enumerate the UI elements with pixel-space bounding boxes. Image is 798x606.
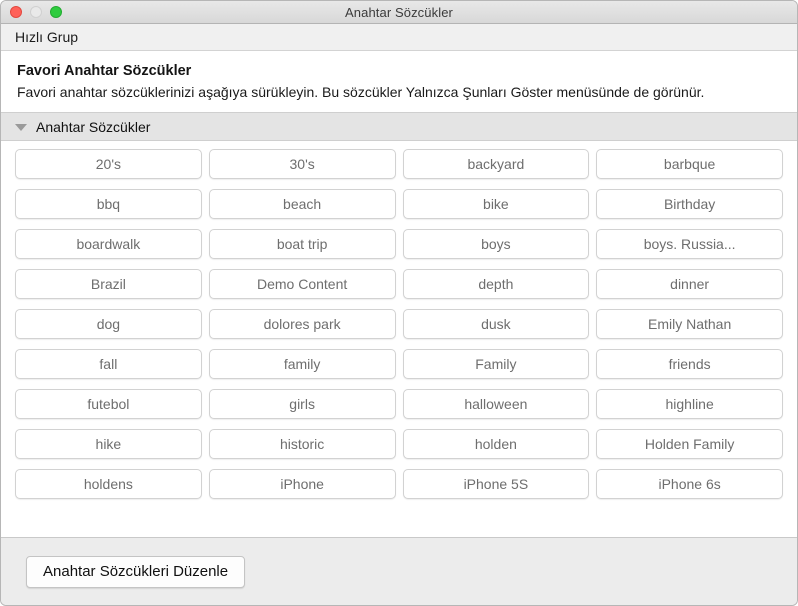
- keyword-button[interactable]: highline: [596, 389, 783, 419]
- keyword-button[interactable]: Birthday: [596, 189, 783, 219]
- keyword-button[interactable]: dolores park: [208, 309, 396, 339]
- keyword-button[interactable]: iPhone 6s: [596, 469, 783, 499]
- quick-group-toolbar: Hızlı Grup: [1, 24, 797, 51]
- window-footer: Anahtar Sözcükleri Düzenle: [1, 537, 797, 605]
- keyword-button[interactable]: friends: [596, 349, 783, 379]
- keyword-button[interactable]: dusk: [402, 309, 590, 339]
- keyword-button[interactable]: Brazil: [15, 269, 202, 299]
- keyword-button[interactable]: bike: [402, 189, 590, 219]
- keywords-grid-area: 20's 30's backyard barbque bbq beach bike Birth…: [1, 141, 797, 506]
- keyword-button[interactable]: iPhone: [208, 469, 396, 499]
- zoom-button[interactable]: [50, 6, 62, 18]
- keyword-button[interactable]: dog: [15, 309, 202, 339]
- keyword-button[interactable]: fall: [15, 349, 202, 379]
- keywords-section-title: Anahtar Sözcükler: [36, 118, 151, 135]
- window-controls: [10, 1, 62, 23]
- keyword-button[interactable]: 30's: [208, 149, 396, 179]
- keyword-button[interactable]: Emily Nathan: [596, 309, 783, 339]
- intro-description: Favori anahtar sözcüklerinizi aşağıya sü…: [17, 84, 705, 100]
- keywords-section-header[interactable]: Anahtar Sözcükler: [1, 112, 797, 141]
- minimize-button[interactable]: [30, 6, 42, 18]
- title-bar: Anahtar Sözcükler: [1, 1, 797, 24]
- keyword-button[interactable]: boys: [402, 229, 590, 259]
- keyword-button[interactable]: historic: [208, 429, 396, 459]
- keyword-button[interactable]: boys. Russia...: [596, 229, 783, 259]
- keyword-button[interactable]: iPhone 5S: [402, 469, 590, 499]
- keywords-grid: 20's 30's backyard barbque bbq beach bike Birth…: [15, 149, 783, 499]
- keyword-button[interactable]: depth: [402, 269, 590, 299]
- intro-section: Favori Anahtar Sözcükler Favori anahtar …: [1, 51, 797, 112]
- keyword-button[interactable]: barbque: [596, 149, 783, 179]
- keyword-button[interactable]: boardwalk: [15, 229, 202, 259]
- keyword-button[interactable]: girls: [208, 389, 396, 419]
- keyword-button[interactable]: Demo Content: [208, 269, 396, 299]
- triangle-down-icon[interactable]: [15, 124, 27, 131]
- keyword-button[interactable]: halloween: [402, 389, 590, 419]
- keyword-button[interactable]: holdens: [15, 469, 202, 499]
- edit-keywords-button[interactable]: Anahtar Sözcükleri Düzenle: [26, 555, 246, 588]
- close-button[interactable]: [10, 6, 22, 18]
- quick-group-label: Hızlı Grup: [15, 29, 79, 45]
- keyword-button[interactable]: 20's: [15, 149, 202, 179]
- keyword-button[interactable]: backyard: [402, 149, 590, 179]
- keyword-button[interactable]: Holden Family: [596, 429, 783, 459]
- intro-title: Favori Anahtar Sözcükler: [17, 63, 192, 79]
- keyword-button[interactable]: beach: [208, 189, 396, 219]
- window-title: Anahtar Sözcükler: [345, 4, 453, 20]
- keyword-button[interactable]: futebol: [15, 389, 202, 419]
- keyword-button[interactable]: hike: [15, 429, 202, 459]
- keyword-button[interactable]: boat trip: [208, 229, 396, 259]
- keyword-button[interactable]: dinner: [596, 269, 783, 299]
- keyword-button[interactable]: holden: [402, 429, 590, 459]
- keyword-button[interactable]: Family: [402, 349, 590, 379]
- keyword-button[interactable]: family: [208, 349, 396, 379]
- keywords-window: Anahtar Sözcükler Hızlı Grup Favori Anah…: [0, 0, 798, 606]
- keyword-button[interactable]: bbq: [15, 189, 202, 219]
